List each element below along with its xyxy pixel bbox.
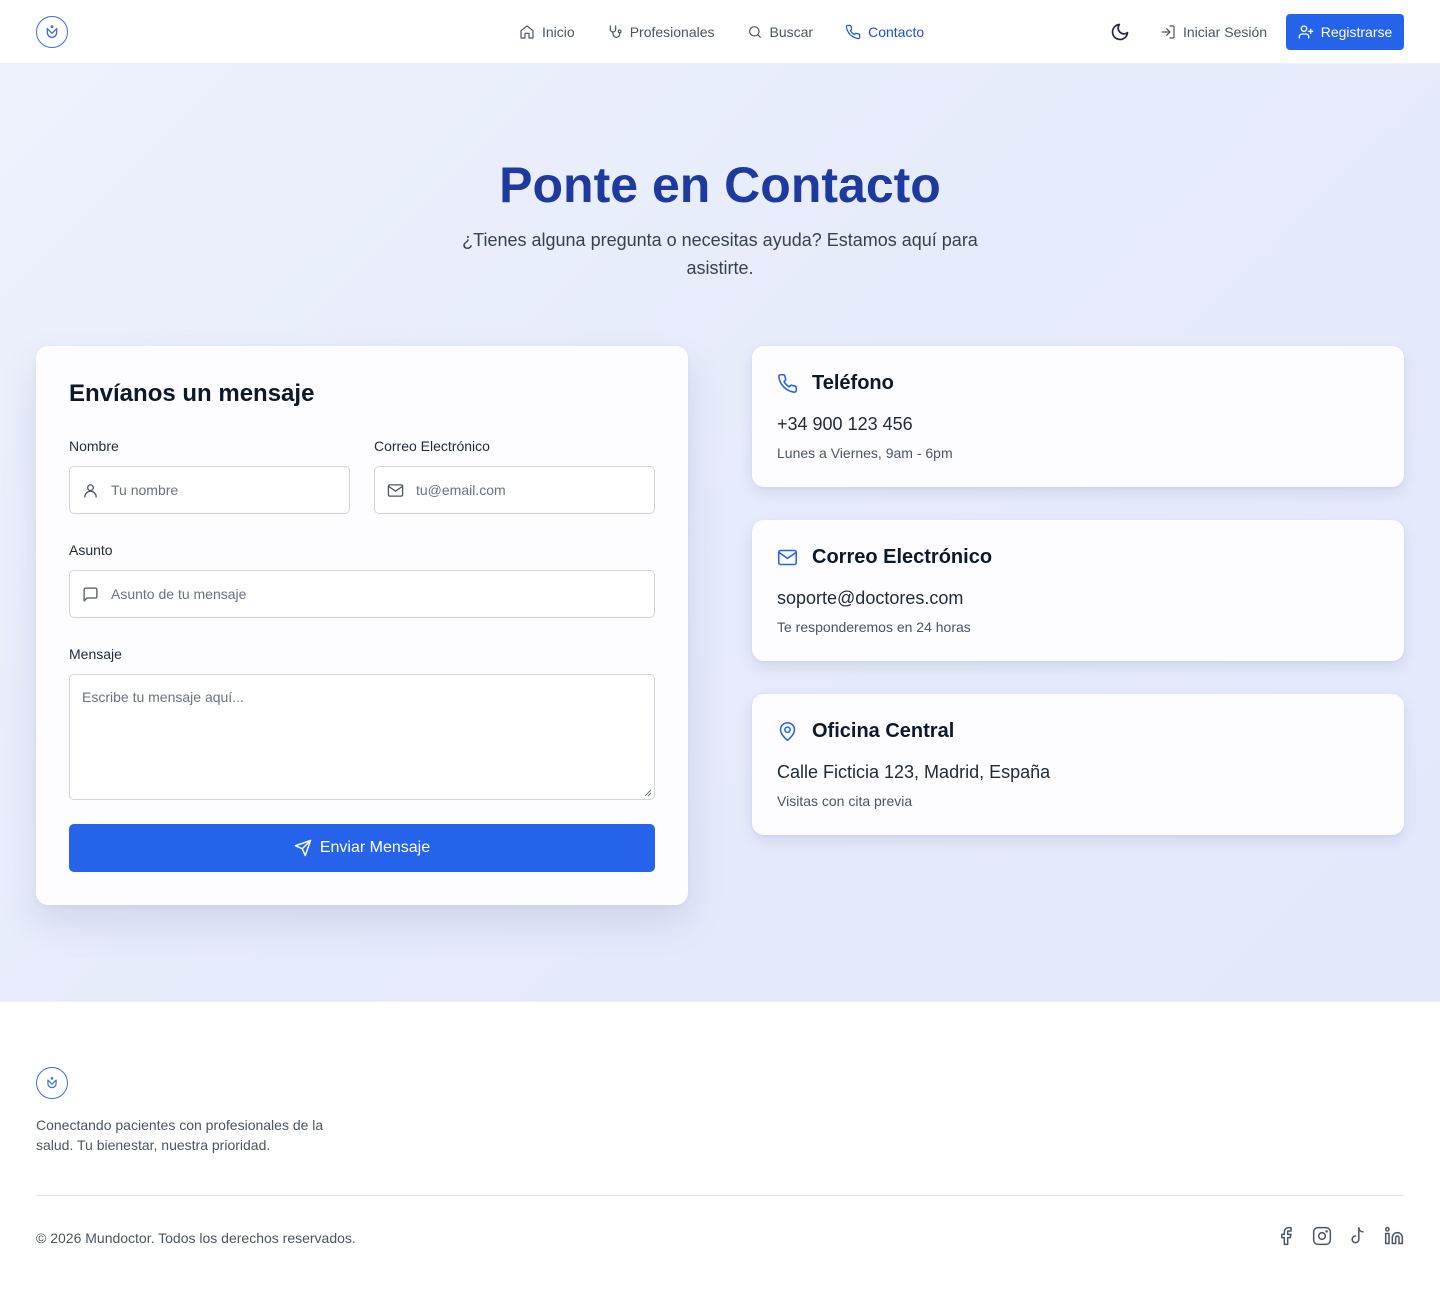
stethoscope-icon bbox=[609, 25, 622, 38]
tiktok-icon[interactable] bbox=[1348, 1226, 1368, 1246]
card-title: Teléfono bbox=[812, 372, 894, 394]
office-card: Oficina Central Calle Ficticia 123, Madr… bbox=[752, 694, 1404, 835]
send-icon bbox=[294, 839, 312, 857]
nav-item-inicio[interactable]: Inicio bbox=[519, 24, 575, 40]
copyright: © 2026 Mundoctor. Todos los derechos res… bbox=[36, 1230, 356, 1246]
name-input[interactable]: Tu nombre bbox=[69, 466, 350, 514]
phone-icon bbox=[845, 24, 861, 40]
site-header: Inicio Profesionales Buscar Contacto Ini… bbox=[0, 0, 1440, 64]
social-links bbox=[1276, 1226, 1404, 1246]
linkedin-icon[interactable] bbox=[1384, 1226, 1404, 1246]
subject-input[interactable]: Asunto de tu mensaje bbox=[69, 570, 655, 618]
card-header: Correo Electrónico bbox=[777, 546, 992, 569]
email-input[interactable]: tu@email.com bbox=[374, 466, 655, 514]
nav-item-contacto[interactable]: Contacto bbox=[845, 24, 924, 40]
search-icon bbox=[748, 26, 761, 38]
message-square-icon bbox=[83, 586, 98, 602]
card-header: Oficina Central bbox=[777, 720, 954, 743]
office-address: Calle Ficticia 123, Madrid, España bbox=[777, 762, 1051, 782]
nav-item-buscar[interactable]: Buscar bbox=[747, 24, 814, 40]
message-textarea[interactable]: Escribe tu mensaje aquí... bbox=[69, 674, 655, 800]
card-note: Visitas con cita previa bbox=[777, 793, 913, 809]
send-message-label: Enviar Mensaje bbox=[319, 839, 431, 856]
site-footer: Conectando pacientes con profesionales d… bbox=[0, 1001, 1440, 1311]
mail-icon bbox=[387, 483, 404, 497]
resize-handle-icon[interactable] bbox=[644, 789, 652, 797]
card-title: Oficina Central bbox=[812, 720, 955, 742]
email-label: Correo Electrónico bbox=[374, 438, 490, 454]
subject-label: Asunto bbox=[69, 542, 113, 558]
instagram-icon[interactable] bbox=[1312, 1226, 1332, 1246]
email-card: Correo Electrónico soporte@doctores.com … bbox=[752, 520, 1404, 661]
login-label: Iniciar Sesión bbox=[1183, 24, 1268, 40]
message-label: Mensaje bbox=[69, 646, 122, 662]
footer-logo-icon[interactable] bbox=[36, 1067, 68, 1099]
name-label: Nombre bbox=[69, 438, 119, 454]
user-plus-icon bbox=[1298, 25, 1314, 39]
phone-card: Teléfono +34 900 123 456 Lunes a Viernes… bbox=[752, 346, 1404, 487]
theme-toggle-button[interactable] bbox=[1108, 20, 1132, 44]
page-subtitle: ¿Tienes alguna pregunta o necesitas ayud… bbox=[462, 230, 978, 278]
moon-icon bbox=[1111, 23, 1129, 41]
email-placeholder: tu@email.com bbox=[416, 482, 506, 498]
facebook-icon[interactable] bbox=[1276, 1226, 1296, 1246]
subject-placeholder: Asunto de tu mensaje bbox=[111, 586, 247, 602]
card-note: Te responderemos en 24 horas bbox=[777, 619, 971, 635]
form-title: Envíanos un mensaje bbox=[69, 380, 315, 407]
nav-item-profesionales[interactable]: Profesionales bbox=[607, 24, 715, 40]
main-nav: Inicio Profesionales Buscar Contacto bbox=[519, 0, 924, 64]
nav-item-label: Contacto bbox=[868, 24, 925, 40]
card-note: Lunes a Viernes, 9am - 6pm bbox=[777, 445, 953, 461]
logo-icon[interactable] bbox=[36, 16, 68, 48]
footer-tagline: Conectando pacientes con profesionales d… bbox=[36, 1117, 324, 1153]
contact-section: Ponte en Contacto ¿Tienes alguna pregunt… bbox=[0, 64, 1440, 1001]
phone-number[interactable]: +34 900 123 456 bbox=[777, 414, 913, 435]
contact-form-card: Envíanos un mensaje Nombre Tu nombre Cor… bbox=[36, 346, 688, 905]
card-title: Correo Electrónico bbox=[812, 546, 993, 568]
register-label: Registrarse bbox=[1320, 24, 1393, 40]
mail-icon bbox=[777, 549, 798, 566]
message-placeholder: Escribe tu mensaje aquí... bbox=[82, 689, 244, 705]
map-pin-icon bbox=[779, 721, 796, 742]
user-icon bbox=[84, 483, 97, 498]
nav-item-label: Inicio bbox=[542, 24, 575, 40]
login-button[interactable]: Iniciar Sesión bbox=[1160, 0, 1267, 64]
phone-icon bbox=[778, 373, 798, 393]
register-button[interactable]: Registrarse bbox=[1286, 14, 1404, 50]
page-title: Ponte en Contacto bbox=[499, 157, 941, 213]
nav-item-label: Buscar bbox=[769, 24, 814, 40]
send-message-button[interactable]: Enviar Mensaje bbox=[69, 824, 655, 872]
nav-item-label: Profesionales bbox=[629, 24, 715, 40]
home-icon bbox=[520, 25, 534, 39]
footer-divider bbox=[36, 1195, 1404, 1196]
card-header: Teléfono bbox=[777, 372, 894, 395]
name-placeholder: Tu nombre bbox=[111, 482, 179, 498]
log-in-icon bbox=[1161, 25, 1175, 39]
email-address[interactable]: soporte@doctores.com bbox=[777, 588, 963, 609]
